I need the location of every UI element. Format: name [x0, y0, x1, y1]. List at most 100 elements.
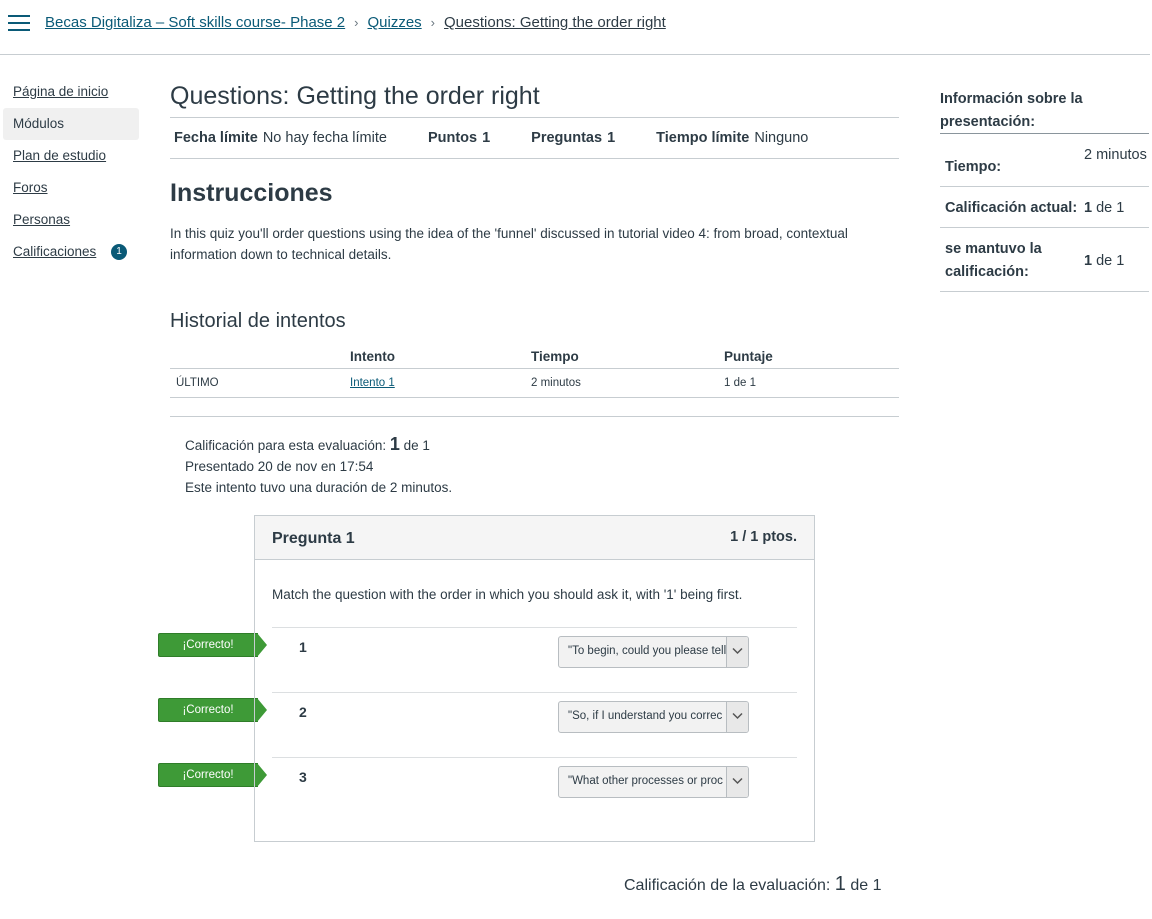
row-value: 2 minutos — [1084, 147, 1147, 163]
nav-item-label[interactable]: Calificaciones — [13, 244, 96, 259]
question-text: Match the question with the order in whi… — [272, 587, 743, 602]
nav-item-modules[interactable]: Módulos — [3, 108, 139, 140]
course-nav: Página de inicio Módulos Plan de estudio… — [3, 76, 139, 268]
row-value: 1 de 1 — [1084, 238, 1149, 284]
question-header: Pregunta 1 1 / 1 ptos. — [255, 516, 814, 560]
points-info: Puntos 1 — [428, 130, 490, 146]
submission-time-row: Tiempo: 2 minutos — [940, 134, 1149, 187]
breadcrumb: Becas Digitaliza – Soft skills course- P… — [45, 14, 666, 31]
score-value: 1 — [389, 433, 400, 454]
nav-item-home[interactable]: Página de inicio — [3, 76, 139, 108]
grades-count-badge: 1 — [111, 244, 127, 260]
final-score-prefix: Calificación de la evaluación: — [624, 877, 835, 894]
grade-score: 1 — [1084, 253, 1093, 269]
submission-info-panel: Información sobre la presentación: Tiemp… — [940, 88, 1149, 292]
time-limit-info: Tiempo límite Ninguno — [656, 130, 808, 146]
answer-select-value: "So, if I understand you correc — [568, 710, 723, 722]
question-title: Pregunta 1 — [272, 530, 355, 547]
hamburger-menu-icon[interactable] — [8, 15, 30, 31]
main-content: Questions: Getting the order right Fecha… — [170, 78, 899, 498]
match-order-number: 3 — [299, 769, 307, 785]
score-prefix: Calificación para esta evaluación: — [185, 437, 390, 453]
submission-info-heading: Información sobre la presentación: — [940, 88, 1149, 134]
attempt-link[interactable]: Intento 1 — [350, 377, 395, 389]
nav-item-label[interactable]: Plan de estudio — [13, 148, 106, 163]
points-value: 1 — [482, 130, 491, 146]
nav-item-label[interactable]: Personas — [13, 212, 70, 227]
row-label: se mantuvo la calificación: — [945, 241, 1042, 280]
nav-item-label[interactable]: Foros — [13, 180, 48, 195]
breadcrumb-current-link[interactable]: Questions: Getting the order right — [444, 14, 666, 31]
attempt-history-table: Intento Tiempo Puntaje ÚLTIMO Intento 1 … — [170, 343, 899, 398]
final-score-value: 1 — [834, 873, 846, 895]
table-header-row: Intento Tiempo Puntaje — [170, 343, 899, 369]
chevron-right-icon: › — [430, 15, 436, 30]
grade-suffix: de 1 — [1092, 200, 1125, 216]
time-limit-label: Tiempo límite — [656, 130, 750, 146]
match-row: 2 "So, if I understand you correc — [272, 692, 797, 757]
column-header: Puntaje — [724, 343, 899, 369]
chevron-down-icon[interactable] — [726, 767, 748, 797]
due-label: Fecha límite — [174, 130, 258, 146]
questions-label: Preguntas — [531, 130, 603, 146]
top-header: Becas Digitaliza – Soft skills course- P… — [0, 0, 1150, 55]
quiz-details: Fecha límite No hay fecha límite Puntos 1 … — [170, 118, 899, 159]
attempt-tag: ÚLTIMO — [170, 368, 350, 398]
match-row: 3 "What other processes or proc — [272, 757, 797, 822]
answer-select[interactable]: "So, if I understand you correc — [558, 701, 749, 733]
chevron-down-icon[interactable] — [726, 637, 748, 667]
nav-item-forums[interactable]: Foros — [3, 172, 139, 204]
submitted-line: Presentado 20 de nov en 17:54 — [185, 458, 374, 474]
attempt-score: 1 de 1 — [724, 368, 899, 398]
breadcrumb-course-link[interactable]: Becas Digitaliza – Soft skills course- P… — [45, 14, 345, 31]
nav-item-syllabus[interactable]: Plan de estudio — [3, 140, 139, 172]
answer-select[interactable]: "What other processes or proc — [558, 766, 749, 798]
answer-select-value: "To begin, could you please tell — [568, 645, 727, 657]
correct-flag-label: ¡Correcto! — [158, 698, 258, 722]
row-label: Tiempo: — [945, 159, 1002, 175]
nav-item-grades[interactable]: Calificaciones 1 — [3, 236, 139, 268]
due-value: No hay fecha límite — [262, 130, 387, 146]
answer-select[interactable]: "To begin, could you please tell — [558, 636, 749, 668]
column-header: Tiempo — [531, 343, 724, 369]
attempt-cell: Intento 1 — [350, 368, 531, 398]
breadcrumb-quizzes-link[interactable]: Quizzes — [367, 14, 421, 31]
grade-suffix: de 1 — [1092, 253, 1125, 269]
due-date-info: Fecha límite No hay fecha límite — [174, 130, 387, 146]
duration-line: Este intento tuvo una duración de 2 minu… — [185, 479, 453, 495]
column-header — [170, 343, 350, 369]
correct-flag: ¡Correcto! — [158, 763, 268, 787]
question-card: Pregunta 1 1 / 1 ptos. Match the questio… — [254, 515, 815, 842]
grade-score: 1 — [1084, 200, 1093, 216]
row-label: Calificación actual: — [945, 200, 1078, 216]
points-label: Puntos — [427, 130, 478, 146]
instructions-heading: Instrucciones — [170, 179, 333, 207]
attempt-score-line: Calificación para esta evaluación: 1 de … — [185, 434, 899, 456]
chevron-down-icon[interactable] — [726, 702, 748, 732]
history-heading: Historial de intentos — [170, 310, 346, 332]
match-order-number: 1 — [299, 639, 307, 655]
page-title: Questions: Getting the order right — [170, 78, 899, 118]
correct-flag: ¡Correcto! — [158, 633, 268, 657]
table-row: ÚLTIMO Intento 1 2 minutos 1 de 1 — [170, 368, 899, 398]
kept-grade-row: se mantuvo la calificación: 1 de 1 — [940, 228, 1149, 292]
attempt-summary: Calificación para esta evaluación: 1 de … — [185, 434, 899, 498]
row-value: 1 de 1 — [1084, 197, 1149, 220]
nav-item-label[interactable]: Módulos — [13, 116, 64, 131]
score-suffix: de 1 — [399, 437, 430, 453]
final-score: Calificación de la evaluación: 1 de 1 — [624, 873, 882, 896]
chevron-right-icon: › — [354, 15, 359, 30]
current-grade-row: Calificación actual: 1 de 1 — [940, 187, 1149, 228]
attempt-time: 2 minutos — [531, 368, 724, 398]
final-score-suffix: de 1 — [845, 877, 882, 894]
nav-item-label[interactable]: Página de inicio — [13, 84, 108, 99]
instructions-text: In this quiz you'll order questions usin… — [170, 226, 848, 262]
section-divider — [170, 415, 899, 417]
correct-flag-label: ¡Correcto! — [158, 763, 258, 787]
questions-value: 1 — [607, 130, 616, 146]
nav-item-people[interactable]: Personas — [3, 204, 139, 236]
answer-select-value: "What other processes or proc — [568, 775, 723, 787]
column-header: Intento — [350, 343, 531, 369]
questions-info: Preguntas 1 — [531, 130, 615, 146]
match-order-number: 2 — [299, 704, 307, 720]
